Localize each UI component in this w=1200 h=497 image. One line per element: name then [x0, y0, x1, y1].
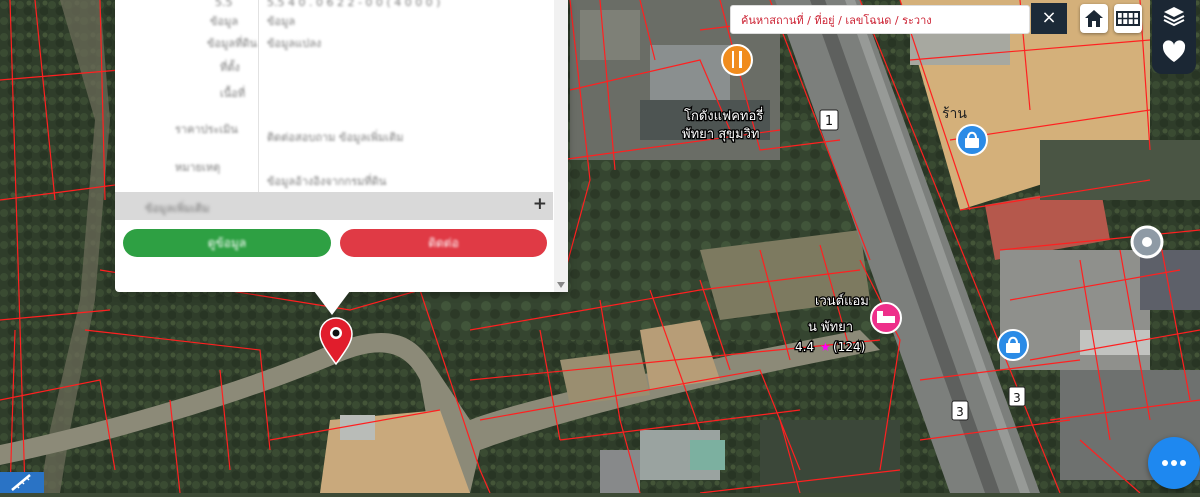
- road-shield: 3: [951, 400, 969, 421]
- svg-text:3: 3: [956, 405, 964, 419]
- reviews-label: (124): [833, 340, 865, 354]
- detail-label: ข้อมูลที่ดิน: [207, 37, 258, 50]
- shopping-marker[interactable]: [997, 329, 1029, 361]
- more-info-label: ข้อมูลเพิ่มเติม: [145, 202, 210, 215]
- place-label: ร้าน: [942, 106, 967, 122]
- heart-icon[interactable]: [1162, 40, 1186, 62]
- star-icon: ★: [820, 340, 831, 354]
- contact-button[interactable]: ติดต่อ: [340, 229, 547, 257]
- more-info-bar[interactable]: ข้อมูลเพิ่มเติม +: [115, 192, 553, 220]
- close-search-button[interactable]: ×: [1031, 3, 1067, 34]
- detail-label: เนื้อที่: [220, 87, 246, 100]
- plus-icon[interactable]: +: [533, 194, 547, 214]
- grid-icon: [1116, 11, 1140, 26]
- grid-button[interactable]: [1114, 4, 1142, 33]
- ruler-icon: [11, 474, 31, 491]
- point-marker[interactable]: [1130, 225, 1164, 259]
- restaurant-marker[interactable]: [721, 44, 753, 76]
- measure-tool-button[interactable]: [0, 472, 44, 493]
- detail-value: 5.5: [215, 0, 233, 9]
- detail-value: ข้อมูลอ้างอิงจากกรมที่ดิน: [267, 175, 387, 188]
- place-label: โกดังแฟคทอรี่: [684, 107, 763, 124]
- detail-value: 5.5 4 0 . 0 6 2 2 - 0 0 ( 4 0 0 0 ): [267, 0, 441, 9]
- svg-text:1: 1: [825, 114, 833, 129]
- place-label: น พัทยา: [808, 320, 853, 335]
- rating-label: 4.4: [795, 340, 814, 354]
- road-shield: 1: [819, 109, 839, 131]
- detail-value: ข้อมูลแปลง: [267, 37, 322, 50]
- detail-label: ราคาประเมิน: [175, 123, 238, 136]
- popup-pointer: [314, 291, 350, 315]
- column-divider: [258, 0, 259, 192]
- close-icon[interactable]: ×: [1041, 7, 1056, 28]
- place-label: พัทยา สุขุมวิท: [682, 127, 759, 142]
- home-button[interactable]: [1080, 4, 1108, 33]
- map-control-panel: [1152, 0, 1196, 74]
- more-dots-icon: [1162, 460, 1168, 466]
- detail-value: ข้อมูล: [267, 15, 296, 28]
- detail-label: ที่ตั้ง: [220, 61, 240, 74]
- place-label: เวนต์แอม: [815, 293, 869, 309]
- svg-text:3: 3: [1013, 391, 1021, 405]
- more-dots-icon: [1171, 460, 1177, 466]
- shopping-marker[interactable]: [956, 124, 988, 156]
- detail-value: ติดต่อสอบถาม ข้อมูลเพิ่มเติม: [267, 131, 404, 144]
- detail-label: หมายเหตุ: [175, 161, 221, 174]
- property-details: 5.5 5.5 4 0 . 0 6 2 2 - 0 0 ( 4 0 0 0 ) …: [115, 0, 553, 192]
- layers-icon[interactable]: [1163, 7, 1185, 27]
- home-icon: [1085, 10, 1103, 27]
- road-shield: 3: [1008, 386, 1026, 407]
- hotel-marker[interactable]: [870, 302, 902, 334]
- property-popup: 5.5 5.5 4 0 . 0 6 2 2 - 0 0 ( 4 0 0 0 ) …: [115, 0, 568, 292]
- search-box[interactable]: [730, 5, 1030, 34]
- popup-scrollbar[interactable]: [554, 0, 568, 292]
- more-dots-icon: [1180, 460, 1186, 466]
- search-input[interactable]: [739, 6, 1023, 33]
- scroll-down-arrow-icon[interactable]: [557, 282, 565, 288]
- view-details-button[interactable]: ดูข้อมูล: [123, 229, 331, 257]
- detail-label: ข้อมูล: [210, 15, 239, 28]
- more-options-button[interactable]: [1148, 437, 1200, 489]
